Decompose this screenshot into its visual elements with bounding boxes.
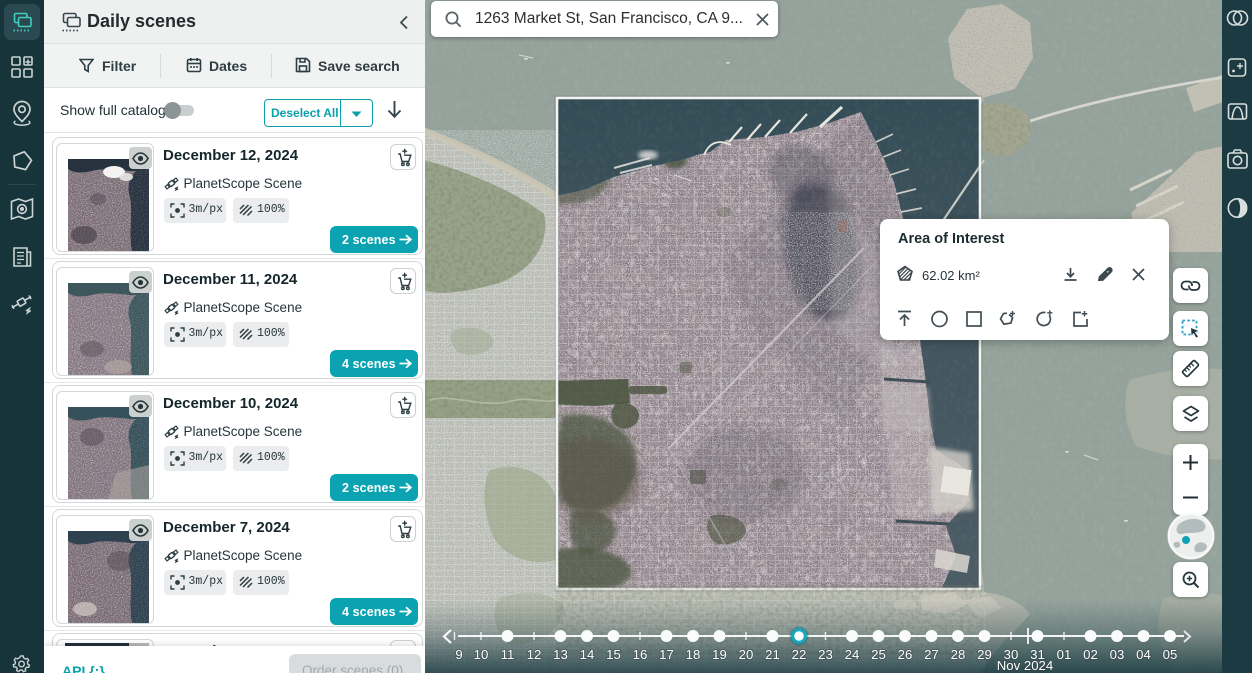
- svg-text:01: 01: [1057, 647, 1072, 662]
- svg-text:21: 21: [765, 647, 780, 662]
- svg-text:12: 12: [527, 647, 542, 662]
- svg-text:10: 10: [474, 647, 489, 662]
- svg-text:17: 17: [659, 647, 674, 662]
- svg-text:03: 03: [1110, 647, 1125, 662]
- svg-text:11: 11: [501, 647, 515, 662]
- svg-text:9: 9: [455, 647, 462, 662]
- svg-text:26: 26: [898, 647, 913, 662]
- svg-text:16: 16: [633, 647, 648, 662]
- svg-text:18: 18: [686, 647, 701, 662]
- svg-text:23: 23: [818, 647, 833, 662]
- svg-text:20: 20: [739, 647, 754, 662]
- svg-text:02: 02: [1083, 647, 1098, 662]
- svg-text:05: 05: [1163, 647, 1178, 662]
- svg-text:13: 13: [553, 647, 568, 662]
- svg-text:24: 24: [845, 647, 860, 662]
- svg-text:25: 25: [871, 647, 886, 662]
- svg-text:19: 19: [712, 647, 727, 662]
- svg-text:Nov 2024: Nov 2024: [997, 658, 1053, 673]
- svg-text:29: 29: [977, 647, 992, 662]
- svg-text:27: 27: [924, 647, 939, 662]
- svg-text:04: 04: [1136, 647, 1151, 662]
- svg-text:14: 14: [580, 647, 595, 662]
- svg-text:15: 15: [606, 647, 621, 662]
- svg-text:22: 22: [792, 647, 807, 662]
- svg-text:28: 28: [951, 647, 966, 662]
